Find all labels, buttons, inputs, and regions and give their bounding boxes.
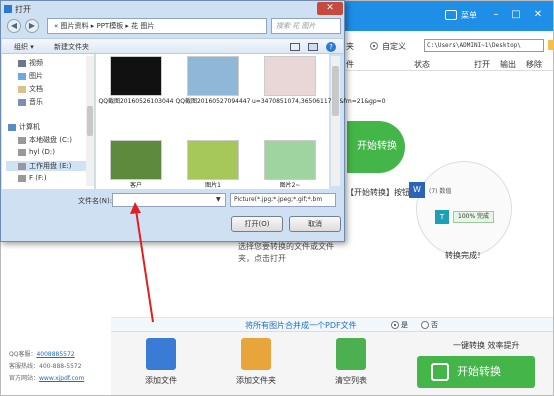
annotation-arrow <box>130 202 154 323</box>
arrow-line <box>135 209 154 323</box>
arrow-head <box>130 202 141 214</box>
